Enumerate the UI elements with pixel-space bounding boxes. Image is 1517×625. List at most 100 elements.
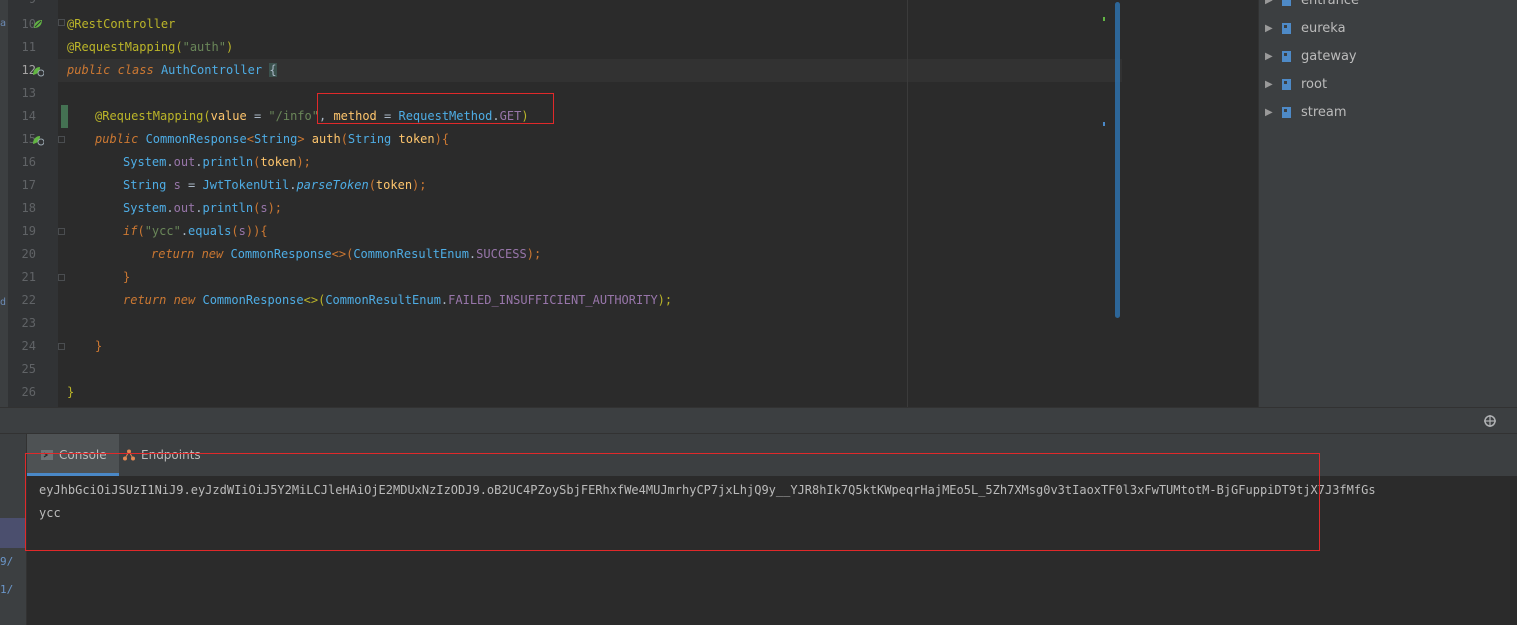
line-number: 26 — [21, 385, 36, 399]
expand-arrow-icon[interactable]: ▶ — [1265, 79, 1277, 90]
keyword: if — [123, 224, 138, 238]
punct: . — [166, 155, 174, 169]
punct: ); — [296, 155, 311, 169]
console-output[interactable]: eyJhbGciOiJSUzI1NiJ9.eyJzdWIiOiJ5Y2MiLCJ… — [27, 476, 1517, 625]
spring-bean-run-icon[interactable] — [32, 65, 44, 77]
punct: <> — [331, 247, 347, 261]
annotation: @RequestMapping( — [67, 40, 183, 54]
punct: ( — [231, 224, 239, 238]
code-line-11: @RequestMapping("auth") — [67, 36, 233, 59]
punct: ( — [340, 132, 348, 146]
line-number: 13 — [21, 86, 36, 100]
tree-item-stream[interactable]: ▶ stream — [1265, 98, 1347, 126]
tree-item-label: root — [1301, 76, 1328, 92]
tree-item-label: eureka — [1301, 20, 1346, 36]
fold-marker[interactable] — [58, 343, 65, 350]
line-number: 22 — [21, 293, 36, 307]
brace: } — [123, 270, 131, 284]
punct: )){ — [245, 224, 268, 238]
expand-arrow-icon[interactable]: ▶ — [1265, 0, 1277, 6]
code-line-21: } — [123, 266, 130, 289]
console-line-token: eyJhbGciOiJSUzI1NiJ9.eyJzdWIiOiJ5Y2MiLCJ… — [39, 483, 1376, 497]
code-line-12: public class AuthController { — [67, 59, 277, 82]
code-line-17: String s = JwtTokenUtil.parseToken(token… — [123, 174, 427, 197]
error-stripe-marker[interactable] — [1103, 17, 1105, 21]
tree-item-entrance[interactable]: ▶ entrance — [1265, 0, 1359, 14]
fold-marker[interactable] — [58, 228, 65, 235]
code-line-16: System.out.println(token); — [123, 151, 311, 174]
method-call: println — [202, 201, 254, 215]
run-tool-strip: 9/ 1/ — [0, 434, 27, 625]
code-line-24: } — [95, 335, 102, 358]
enum-constant: SUCCESS — [476, 247, 527, 261]
punct: ){ — [434, 132, 450, 146]
tree-item-label: entrance — [1301, 0, 1360, 8]
console-line-ycc: ycc — [39, 506, 61, 520]
code-line-10: @RestController — [67, 13, 175, 36]
field: out — [173, 201, 196, 215]
punct: = — [246, 109, 269, 123]
fold-marker[interactable] — [58, 19, 65, 26]
brace: } — [67, 385, 75, 399]
class-name: RequestMethod — [398, 109, 493, 123]
spring-endpoint-icon[interactable] — [32, 134, 44, 146]
punct: ( — [368, 178, 376, 192]
fold-marker[interactable] — [58, 274, 65, 281]
expand-arrow-icon[interactable]: ▶ — [1265, 107, 1277, 118]
punct: ); — [267, 201, 283, 215]
module-icon — [1282, 0, 1291, 6]
punct: <> — [303, 293, 319, 307]
class-name: System — [123, 155, 167, 169]
editor-scrollbar-thumb[interactable] — [1115, 2, 1120, 318]
method-call: equals — [188, 224, 232, 238]
tree-item-gateway[interactable]: ▶ gateway — [1265, 42, 1357, 70]
field: out — [173, 155, 196, 169]
expand-arrow-icon[interactable]: ▶ — [1265, 23, 1277, 34]
class-name: CommonResponse — [145, 132, 247, 146]
annotation: @RestController — [67, 17, 176, 31]
class-name: CommonResultEnum — [325, 293, 441, 307]
tree-item-eureka[interactable]: ▶ eureka — [1265, 14, 1346, 42]
keyword: class — [117, 63, 161, 77]
punct: = — [180, 178, 203, 192]
keyword: public — [95, 132, 146, 146]
annotation: @RequestMapping( — [95, 109, 211, 123]
run-strip-fragment: 1/ — [0, 583, 14, 596]
spring-bean-icon[interactable] — [32, 18, 44, 30]
keyword: public — [67, 63, 118, 77]
module-icon — [1282, 79, 1291, 90]
code-editor[interactable]: @RestController @RequestMapping("auth") … — [58, 0, 1258, 407]
punct: . — [195, 201, 203, 215]
line-number: 20 — [21, 247, 36, 261]
punct: . — [180, 224, 189, 238]
class-name: AuthController — [160, 63, 270, 77]
punct: ( — [137, 224, 145, 238]
module-icon — [1282, 107, 1291, 118]
tab-endpoints[interactable]: Endpoints — [109, 434, 213, 476]
keyword: new — [173, 293, 203, 307]
class-name: CommonResponse — [202, 293, 304, 307]
keyword: return — [151, 247, 202, 261]
right-margin-guide — [907, 0, 908, 407]
left-strip-fragment: a — [0, 18, 7, 29]
string-literal: "auth" — [182, 40, 226, 54]
run-strip-selection[interactable] — [0, 518, 26, 548]
line-number: 11 — [21, 40, 36, 54]
crosshair-icon[interactable] — [1483, 414, 1497, 428]
punct: = — [376, 109, 399, 123]
punct: ); — [657, 293, 673, 307]
error-stripe-marker[interactable] — [1103, 122, 1105, 126]
tab-label: Console — [59, 448, 107, 462]
brace: } — [95, 339, 103, 353]
fold-marker[interactable] — [58, 136, 65, 143]
enum-constant: FAILED_INSUFFICIENT_AUTHORITY — [448, 293, 658, 307]
local-variable: s — [173, 178, 181, 192]
expand-arrow-icon[interactable]: ▶ — [1265, 51, 1277, 62]
line-number: 18 — [21, 201, 36, 215]
punct: . — [166, 201, 174, 215]
tab-console[interactable]: Console — [27, 434, 119, 476]
line-number: 21 — [21, 270, 36, 284]
module-icon — [1282, 23, 1291, 34]
tree-item-root[interactable]: ▶ root — [1265, 70, 1327, 98]
punct: < — [246, 132, 254, 146]
